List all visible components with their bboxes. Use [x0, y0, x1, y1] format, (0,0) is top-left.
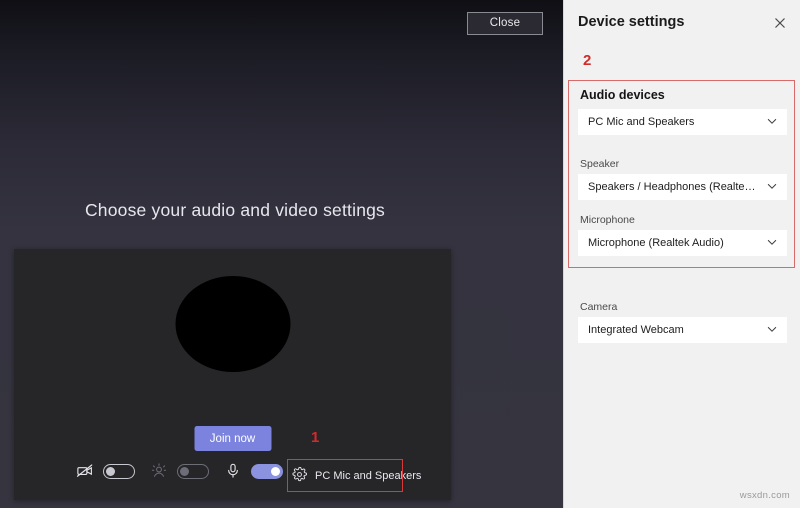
microphone-icon: [224, 462, 242, 480]
field-audio-devices: Audio devices PC Mic and Speakers: [564, 88, 800, 135]
field-microphone: Microphone Microphone (Realtek Audio): [564, 214, 800, 256]
chevron-down-icon: [765, 235, 779, 252]
video-preview: Join now: [14, 249, 451, 500]
avatar: [175, 276, 290, 372]
annotation-label-2: 2: [583, 52, 592, 69]
gear-icon: [292, 466, 307, 485]
field-speaker: Speaker Speakers / Headphones (Realtek A…: [564, 158, 800, 200]
top-bar: Close: [0, 0, 563, 46]
microphone-select[interactable]: Microphone (Realtek Audio): [578, 230, 787, 256]
device-chip-label: PC Mic and Speakers: [315, 469, 422, 482]
device-settings-panel: Device settings Audio devices PC Mic and…: [563, 0, 800, 508]
microphone-value: Microphone (Realtek Audio): [588, 237, 724, 249]
chevron-down-icon: [765, 322, 779, 339]
panel-header: Device settings: [564, 0, 800, 46]
field-camera: Camera Integrated Webcam: [564, 301, 800, 343]
chevron-down-icon: [765, 179, 779, 196]
camera-toggle[interactable]: [103, 463, 135, 479]
background-blur-icon: [150, 462, 168, 480]
annotation-label-1: 1: [311, 429, 320, 446]
audio-devices-select[interactable]: PC Mic and Speakers: [578, 109, 787, 135]
watermark: wsxdn.com: [739, 490, 790, 501]
toggle-knob: [180, 466, 189, 476]
close-icon[interactable]: [771, 14, 789, 32]
page-title: Choose your audio and video settings: [84, 200, 386, 220]
speaker-value: Speakers / Headphones (Realtek Aud...: [588, 181, 759, 193]
toggle-knob: [271, 466, 280, 476]
camera-off-icon: [76, 462, 94, 480]
audio-devices-value: PC Mic and Speakers: [588, 116, 695, 128]
field-label-microphone: Microphone: [580, 214, 635, 226]
microphone-toggle[interactable]: [251, 463, 283, 479]
meeting-prejoin-stage: Close Choose your audio and video settin…: [0, 0, 563, 508]
chevron-down-icon: [765, 114, 779, 131]
background-blur-control: [150, 462, 209, 480]
close-button[interactable]: Close: [467, 12, 543, 35]
microphone-control: [224, 462, 283, 480]
camera-select[interactable]: Integrated Webcam: [578, 317, 787, 343]
camera-value: Integrated Webcam: [588, 324, 684, 336]
field-label-camera: Camera: [580, 301, 618, 313]
speaker-select[interactable]: Speakers / Headphones (Realtek Aud...: [578, 174, 787, 200]
toggle-knob: [106, 466, 115, 476]
device-settings-chip[interactable]: PC Mic and Speakers: [292, 464, 421, 487]
join-now-button[interactable]: Join now: [194, 426, 271, 451]
field-label-audio-devices: Audio devices: [580, 88, 665, 102]
panel-title: Device settings: [578, 14, 685, 30]
camera-control: [76, 462, 135, 480]
background-blur-toggle[interactable]: [177, 463, 209, 479]
field-label-speaker: Speaker: [580, 158, 620, 170]
